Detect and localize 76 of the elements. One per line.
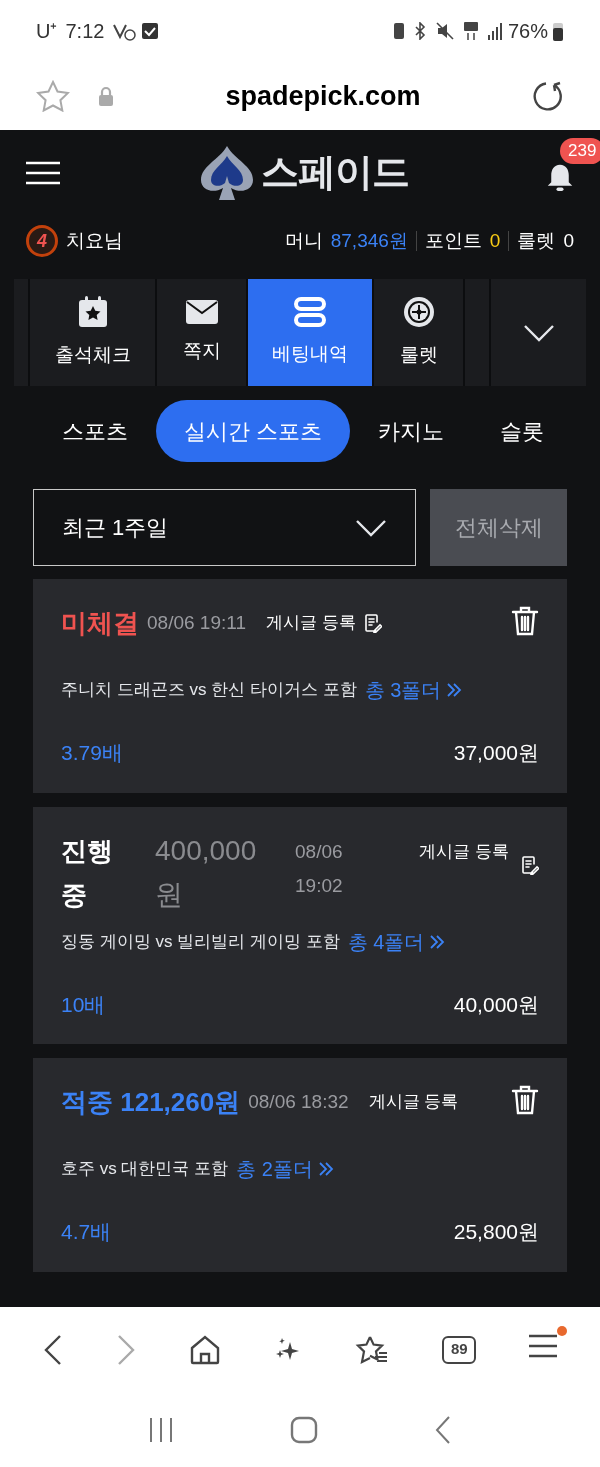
match-text: 주니치 드래곤즈 vs 한신 타이거스 포함: [61, 679, 357, 702]
folder-count-link[interactable]: 총 2폴더: [236, 1154, 335, 1184]
envelope-icon: [184, 299, 219, 326]
roulette-label: 룰렛: [517, 228, 556, 253]
level-badge: 4: [26, 225, 58, 257]
match-text: 징동 게이밍 vs 빌리빌리 게이밍 포함: [61, 930, 340, 953]
bookmarks-icon[interactable]: [355, 1334, 390, 1365]
home-button-icon[interactable]: [290, 1415, 318, 1444]
reload-icon[interactable]: [532, 80, 564, 112]
post-register-link[interactable]: 게시글 등록: [419, 834, 509, 869]
carrier-text: U⁺: [36, 19, 58, 44]
logo-text: 스페이드: [260, 150, 410, 195]
chevron-down-icon: [355, 518, 387, 537]
calendar-star-icon: [76, 295, 109, 330]
username: 치요님: [66, 228, 123, 253]
lock-icon: [98, 86, 114, 106]
stake-text: 40,000원: [453, 991, 539, 1018]
bet-status: 미체결: [61, 607, 139, 640]
double-chevron-icon: [445, 682, 464, 698]
roulette-wheel-icon: [401, 295, 436, 330]
bet-amount: 400,000원: [155, 833, 258, 912]
category-tab[interactable]: 스포츠: [34, 400, 156, 462]
trash-icon[interactable]: [511, 1084, 539, 1116]
folder-count-link[interactable]: 총 4폴더: [347, 926, 447, 957]
menu-tab[interactable]: 베팅내역: [248, 279, 372, 386]
home-icon[interactable]: [188, 1334, 221, 1365]
category-tab[interactable]: 슬롯: [472, 400, 573, 462]
folder-count-link[interactable]: 총 3폴더: [364, 675, 464, 705]
notification-icons: [112, 21, 161, 41]
post-register-link[interactable]: 게시글 등록: [265, 601, 356, 645]
menu-tab[interactable]: 출석체크: [30, 279, 155, 386]
star-icon[interactable]: [36, 80, 70, 112]
stake-text: 37,000원: [453, 740, 539, 766]
battery-saver-icon: [393, 23, 404, 39]
trash-icon[interactable]: [511, 605, 539, 637]
point-label: 포인트: [424, 228, 482, 253]
edit-note-icon[interactable]: [363, 613, 382, 633]
network-5g-icon: [463, 22, 478, 40]
bet-date: 08/06 19:11: [147, 611, 246, 635]
odds-text: 3.79배: [61, 740, 123, 766]
post-register-link[interactable]: 게시글 등록: [368, 1080, 459, 1124]
back-icon[interactable]: [42, 1333, 63, 1366]
mute-icon: [435, 22, 454, 40]
menu-tab[interactable]: 쪽지: [157, 279, 246, 386]
edit-note-icon[interactable]: [521, 854, 539, 875]
tabs-button[interactable]: 89: [442, 1335, 477, 1364]
battery-text: 76%: [507, 19, 548, 44]
roulette-value: 0: [563, 228, 574, 253]
clock-text: 7:12: [65, 19, 105, 44]
list-icon: [293, 296, 327, 329]
notification-badge: 239: [560, 137, 600, 164]
point-value: 0: [489, 228, 501, 253]
bet-status: 진행중: [61, 834, 114, 912]
double-chevron-icon: [428, 933, 447, 950]
chevron-down-icon: [522, 323, 555, 342]
bet-date: 08/06 19:02: [295, 839, 344, 898]
money-label: 머니: [284, 228, 323, 253]
odds-text: 4.7배: [61, 1219, 112, 1245]
bet-date: 08/06 18:32: [248, 1090, 349, 1114]
delete-all-button[interactable]: 전체삭제: [430, 489, 567, 566]
battery-icon: [552, 21, 564, 41]
odds-text: 10배: [61, 991, 106, 1018]
period-select[interactable]: 최근 1주일: [33, 489, 416, 566]
money-value: 87,346원: [330, 228, 408, 253]
back-icon[interactable]: [435, 1415, 452, 1444]
category-tab[interactable]: 실시간 스포츠: [156, 400, 351, 462]
signal-icon: [487, 22, 504, 40]
stake-text: 25,800원: [453, 1219, 539, 1245]
recent-apps-icon[interactable]: [148, 1416, 173, 1443]
category-tab[interactable]: 카지노: [350, 400, 473, 462]
double-chevron-icon: [316, 1161, 335, 1177]
bluetooth-icon: [413, 22, 426, 40]
menu-icon[interactable]: [529, 1334, 558, 1358]
bet-status: 적중 121,260원: [61, 1086, 241, 1119]
menu-tab[interactable]: 룰렛: [374, 279, 463, 386]
match-text: 호주 vs 대한민국 포함: [61, 1158, 229, 1181]
